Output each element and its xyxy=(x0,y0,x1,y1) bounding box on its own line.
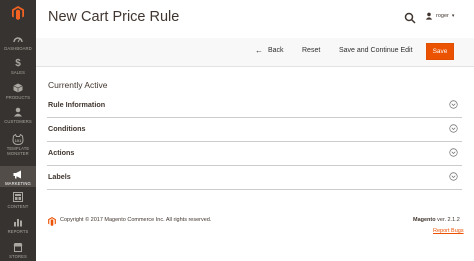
report-bugs-link[interactable]: Report Bugs xyxy=(433,228,464,234)
rule-status: Currently Active xyxy=(48,80,108,90)
page-footer xyxy=(36,203,474,261)
dashboard-icon xyxy=(12,34,24,44)
cube-icon xyxy=(12,83,24,93)
save-and-continue-button[interactable]: Save and Continue Edit xyxy=(339,47,413,54)
bar-chart-icon xyxy=(12,217,24,227)
magento-logo[interactable] xyxy=(0,0,36,26)
magento-logo-icon xyxy=(12,6,24,20)
sidebar-item-label: TEMPLATE MONSTER xyxy=(6,146,30,156)
sidebar-item-label: REPORTS xyxy=(7,229,29,234)
sidebar-item-template-monster[interactable]: 101 TEMPLATE MONSTER xyxy=(0,133,36,162)
sidebar-item-customers[interactable]: CUSTOMERS xyxy=(0,107,36,127)
copyright-text: Copyright © 2017 Magento Commerce Inc. A… xyxy=(60,217,212,223)
sidebar-item-products[interactable]: PRODUCTS xyxy=(0,83,36,101)
magento-footer-logo-icon xyxy=(48,217,56,226)
version-number: ver. 2.1.2 xyxy=(437,217,460,223)
sidebar-item-dashboard[interactable]: DASHBOARD xyxy=(0,34,36,52)
sidebar-item-label: MARKETING xyxy=(5,181,31,186)
section-conditions[interactable]: Conditions xyxy=(47,118,462,142)
chevron-down-circle-icon xyxy=(449,100,458,109)
user-icon xyxy=(425,12,433,20)
megaphone-icon xyxy=(12,169,24,179)
section-labels[interactable]: Labels xyxy=(47,166,462,190)
chevron-down-icon: ▾ xyxy=(451,13,455,19)
brand-name: Magento xyxy=(413,217,436,223)
sidebar-item-reports[interactable]: REPORTS xyxy=(0,217,36,235)
section-title: Conditions xyxy=(48,124,86,133)
reset-button[interactable]: Reset xyxy=(302,47,320,54)
sidebar-item-marketing[interactable]: MARKETING xyxy=(0,166,36,187)
section-title: Labels xyxy=(48,172,71,181)
user-menu[interactable]: roger ▾ xyxy=(425,12,454,20)
version-info: Magento ver. 2.1.2 xyxy=(413,217,460,223)
person-icon xyxy=(12,107,24,117)
page-title: New Cart Price Rule xyxy=(48,9,180,25)
sidebar-item-label: STORES xyxy=(9,254,27,259)
sidebar-item-label: SALES xyxy=(10,70,25,75)
sidebar-item-label: CONTENT xyxy=(7,204,29,209)
section-rule-information[interactable]: Rule Information xyxy=(47,94,462,118)
back-button[interactable]: ← Back xyxy=(255,46,284,55)
section-actions[interactable]: Actions xyxy=(47,142,462,166)
search-icon[interactable] xyxy=(404,11,416,24)
user-name: roger xyxy=(436,13,449,19)
tm-icon: 101 xyxy=(12,133,24,145)
admin-sidebar: DASHBOARD $ SALES PRODUCTS CUSTOMERS 101… xyxy=(0,0,36,261)
section-title: Actions xyxy=(48,148,75,157)
sidebar-item-label: PRODUCTS xyxy=(5,95,31,100)
dollar-icon: $ xyxy=(15,57,21,69)
sidebar-item-label: DASHBOARD xyxy=(4,46,32,51)
sidebar-item-sales[interactable]: $ SALES xyxy=(0,58,36,76)
sidebar-item-label: CUSTOMERS xyxy=(4,119,32,124)
save-button[interactable]: Save xyxy=(426,43,454,60)
arrow-left-icon: ← xyxy=(255,46,263,55)
chevron-down-circle-icon xyxy=(449,148,458,157)
chevron-down-circle-icon xyxy=(449,172,458,181)
svg-text:101: 101 xyxy=(15,138,22,143)
chevron-down-circle-icon xyxy=(449,124,458,133)
section-title: Rule Information xyxy=(48,100,106,109)
sidebar-item-content[interactable]: CONTENT xyxy=(0,192,36,210)
sidebar-item-stores[interactable]: STORES xyxy=(0,242,36,260)
store-icon xyxy=(12,242,24,252)
layout-icon xyxy=(12,192,24,202)
back-button-label: Back xyxy=(268,47,284,54)
